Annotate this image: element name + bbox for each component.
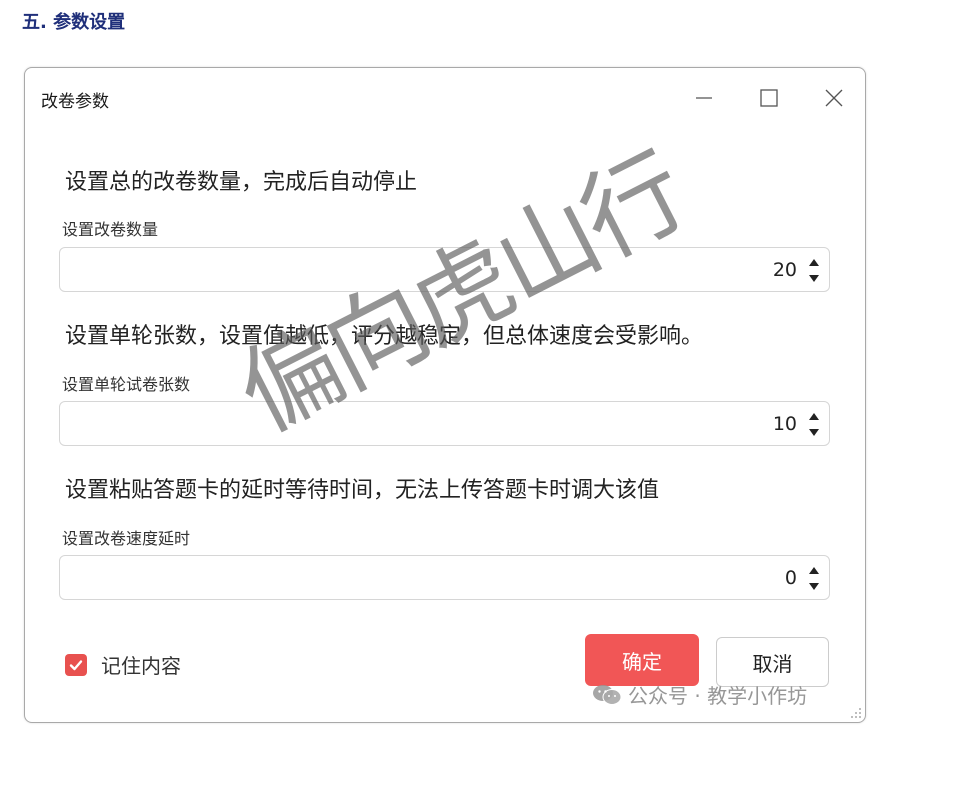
section-heading: 五. 参数设置 — [22, 12, 126, 33]
caret-down-icon — [809, 274, 819, 282]
batch-increment-button[interactable] — [807, 410, 821, 422]
caret-down-icon — [809, 582, 819, 590]
delay-spinbox[interactable]: 0 — [59, 555, 830, 600]
delay-increment-button[interactable] — [807, 564, 821, 576]
settings-dialog: 改卷参数 设置总的改卷数量，完成后自动停止 设置改卷数量 20 设置单轮张数，设… — [24, 67, 866, 723]
field-label-delay: 设置改卷速度延时 — [62, 529, 191, 548]
minimize-button[interactable] — [689, 83, 719, 113]
caret-up-icon — [809, 412, 819, 420]
field-label-batch: 设置单轮试卷张数 — [62, 375, 191, 394]
count-increment-button[interactable] — [807, 256, 821, 268]
wechat-watermark: 公众号 · 教学小作坊 — [592, 680, 807, 709]
field-description-delay: 设置粘贴答题卡的延时等待时间，无法上传答题卡时调大该值 — [65, 478, 660, 503]
field-description-batch: 设置单轮张数，设置值越低，评分越稳定，但总体速度会受影响。 — [65, 324, 704, 349]
batch-decrement-button[interactable] — [807, 426, 821, 438]
delay-decrement-button[interactable] — [807, 580, 821, 592]
maximize-button[interactable] — [754, 83, 784, 113]
page: 五. 参数设置 改卷参数 设置总的改卷数量，完成后自动停止 设置改卷数量 20 … — [0, 0, 959, 798]
close-button[interactable] — [819, 83, 849, 113]
field-description-count: 设置总的改卷数量，完成后自动停止 — [65, 170, 418, 195]
count-value[interactable]: 20 — [773, 259, 797, 281]
caret-up-icon — [809, 258, 819, 266]
batch-stepper[interactable] — [807, 410, 821, 438]
minimize-icon — [696, 97, 712, 99]
remember-checkbox-row[interactable]: 记住内容 — [65, 650, 181, 679]
close-icon — [825, 89, 843, 107]
delay-stepper[interactable] — [807, 564, 821, 592]
delay-value[interactable]: 0 — [785, 567, 797, 589]
batch-value[interactable]: 10 — [773, 413, 797, 435]
field-label-count: 设置改卷数量 — [62, 220, 159, 239]
remember-checkbox[interactable] — [65, 653, 87, 676]
title-bar[interactable]: 改卷参数 — [25, 68, 865, 128]
count-decrement-button[interactable] — [807, 272, 821, 284]
remember-label[interactable]: 记住内容 — [101, 650, 181, 679]
wechat-icon — [593, 684, 622, 705]
count-spinbox[interactable]: 20 — [59, 247, 830, 292]
confirm-button[interactable]: 确定 — [585, 634, 699, 686]
maximize-icon — [760, 89, 778, 107]
checkmark-icon — [69, 659, 83, 670]
caret-up-icon — [809, 566, 819, 574]
batch-spinbox[interactable]: 10 — [59, 401, 830, 446]
count-stepper[interactable] — [807, 256, 821, 284]
caret-down-icon — [809, 428, 819, 436]
wechat-account-text: 公众号 · 教学小作坊 — [628, 684, 808, 708]
resize-grip-icon[interactable] — [848, 705, 862, 719]
window-title: 改卷参数 — [41, 92, 109, 112]
